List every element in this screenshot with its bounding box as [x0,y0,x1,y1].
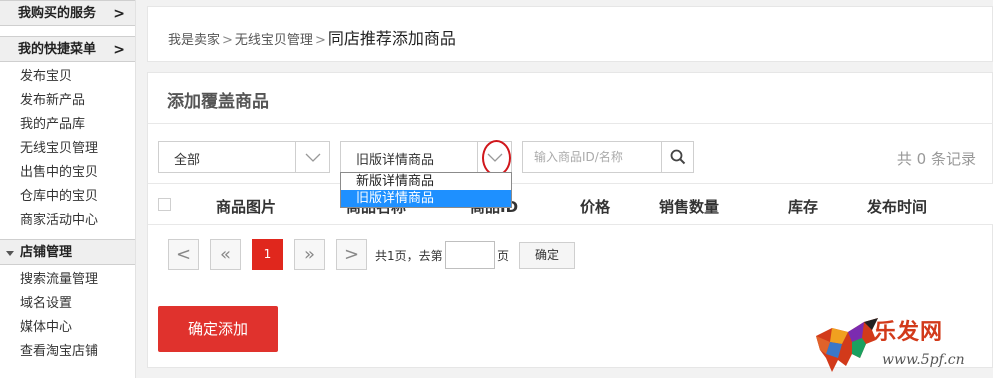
breadcrumb-card: 我是卖家 > 无线宝贝管理 > 同店推荐添加商品 [147,6,993,62]
breadcrumb-item-wireless[interactable]: 无线宝贝管理 [235,33,313,48]
chevron-right-icon: > [113,6,125,22]
sidebar-item-search-traffic[interactable]: 搜索流量管理 [0,268,135,292]
watermark: 乐发网 www.5pf.cn [812,312,993,378]
dropdown-option-new[interactable]: 新版详情商品 [341,173,511,190]
watermark-brand: 乐发网 [874,319,944,345]
chevron-down-icon[interactable] [295,142,329,172]
sidebar-item-domain[interactable]: 域名设置 [0,292,135,316]
sidebar-header-label: 店铺管理 [20,245,73,260]
breadcrumb-item-seller[interactable]: 我是卖家 [168,33,220,48]
sidebar-header-shortcuts[interactable]: 我的快捷菜单 > [0,36,135,62]
confirm-add-button[interactable]: 确定添加 [158,306,278,352]
table-header: 商品图片 商品名称 商品ID 价格 销售数量 库存 发布时间 [148,183,993,225]
prev-page-button[interactable]: < [168,239,199,270]
sidebar-header-label: 我购买的服务 [18,6,97,21]
search-box [522,141,694,173]
column-header-stock: 库存 [788,198,819,216]
sidebar-item-on-sale[interactable]: 出售中的宝贝 [0,161,135,185]
shop-menu: 搜索流量管理 域名设置 媒体中心 查看淘宝店铺 [0,265,135,370]
page-jump-button[interactable]: 确定 [519,242,575,269]
sidebar-item-publish-new[interactable]: 发布新产品 [0,89,135,113]
page-number-button[interactable]: 1 [252,239,283,270]
sidebar-header-services[interactable]: 我购买的服务 > [0,0,135,26]
sidebar-item-publish[interactable]: 发布宝贝 [0,65,135,89]
sidebar-item-media-center[interactable]: 媒体中心 [0,316,135,340]
breadcrumb: 我是卖家 > 无线宝贝管理 > 同店推荐添加商品 [168,25,456,49]
dropdown-option-old[interactable]: 旧版详情商品 [341,190,511,207]
detail-type-dropdown: 新版详情商品 旧版详情商品 [340,172,512,208]
first-page-button[interactable]: « [210,239,241,270]
category-select[interactable]: 全部 [158,141,330,173]
search-button[interactable] [661,142,693,172]
shortcut-menu: 发布宝贝 发布新产品 我的产品库 无线宝贝管理 出售中的宝贝 仓库中的宝贝 商家… [0,62,135,239]
breadcrumb-current: 同店推荐添加商品 [327,29,456,48]
chevron-right-icon: > [113,42,125,58]
column-header-price: 价格 [580,198,611,216]
sidebar-item-wireless-manage[interactable]: 无线宝贝管理 [0,137,135,161]
page-jump-input[interactable] [445,241,495,269]
category-select-value: 全部 [174,153,201,168]
detail-type-select-value: 旧版详情商品 [356,153,435,168]
search-input[interactable] [523,142,661,172]
sidebar-item-view-shop[interactable]: 查看淘宝店铺 [0,340,135,364]
sidebar-item-activity-center[interactable]: 商家活动中心 [0,209,135,233]
sidebar-header-label: 我的快捷菜单 [18,42,97,57]
column-header-publish-time: 发布时间 [867,198,928,216]
triangle-down-icon [6,251,14,256]
bull-logo-icon [816,318,878,372]
column-header-image: 商品图片 [216,198,277,216]
sidebar-header-shop[interactable]: 店铺管理 [0,239,135,265]
record-count: 共 0 条记录 [896,150,976,168]
column-header-sales: 销售数量 [659,198,720,216]
sidebar-item-warehouse[interactable]: 仓库中的宝贝 [0,185,135,209]
breadcrumb-separator: > [222,33,233,48]
highlight-circle [482,140,511,176]
select-all-checkbox[interactable] [158,198,171,211]
search-icon [670,149,686,165]
breadcrumb-separator: > [314,33,326,48]
sidebar: 我购买的服务 > 我的快捷菜单 > 发布宝贝 发布新产品 我的产品库 无线宝贝管… [0,0,136,378]
watermark-url: www.5pf.cn [882,352,965,368]
last-page-button[interactable]: » [294,239,325,270]
divider [148,123,993,124]
pager-page-suffix: 页 [497,249,510,263]
next-page-button[interactable]: > [336,239,367,270]
pager-summary: 共1页，去第 [375,249,443,263]
page-title: 添加覆盖商品 [167,92,269,112]
sidebar-item-product-library[interactable]: 我的产品库 [0,113,135,137]
